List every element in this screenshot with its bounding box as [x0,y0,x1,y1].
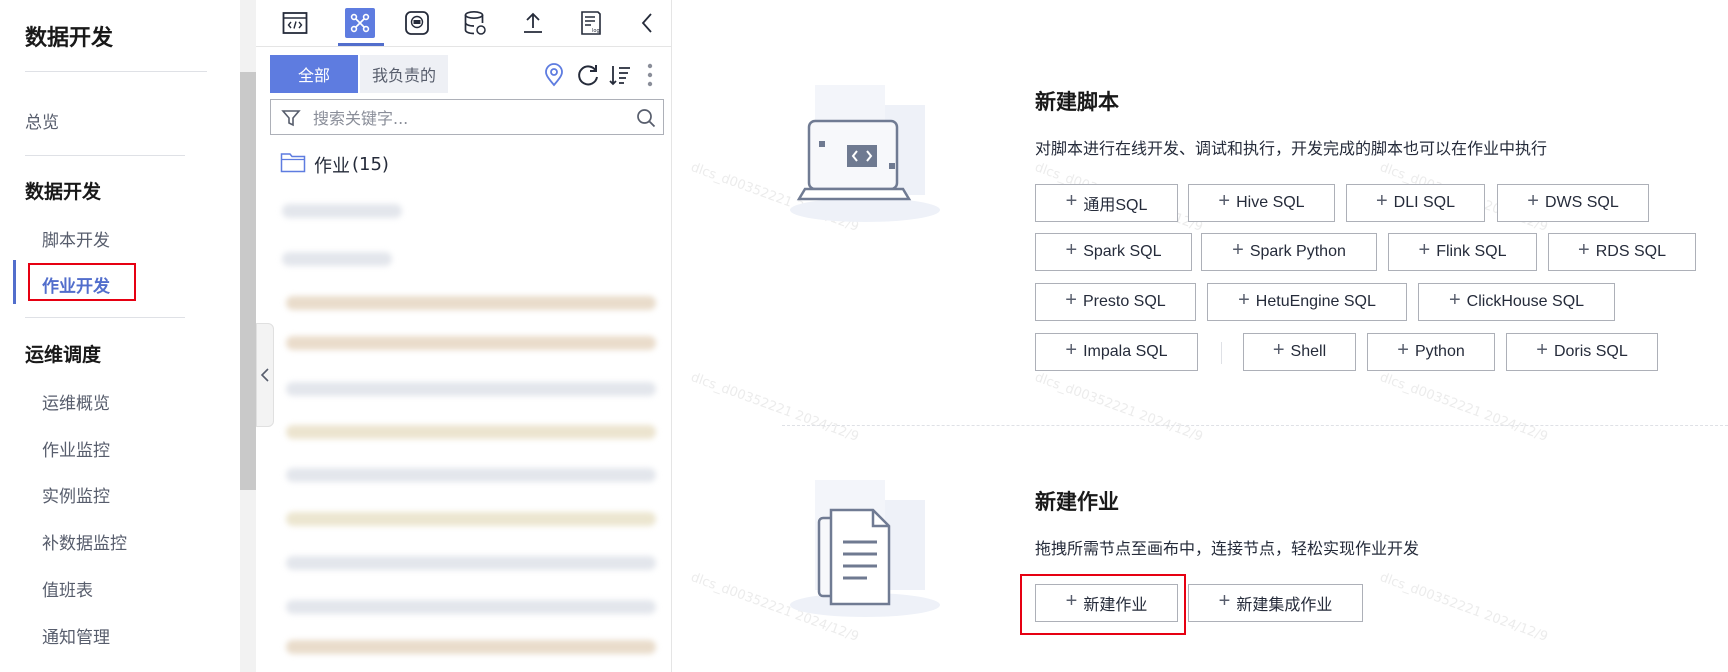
job-section-title: 新建作业 [1035,490,1119,514]
search-box [270,99,664,136]
nav-item-notify-mgmt[interactable]: 通知管理 [42,623,110,648]
tree-collapse-handle[interactable] [256,323,274,427]
nav-item-job-monitor[interactable]: 作业监控 [42,436,110,461]
new-python-button[interactable]: + Python [1367,333,1495,371]
tree-folder-jobs[interactable]: 作业 (15) [280,151,389,178]
plus-icon: + [1536,339,1548,361]
new-clickhouse-sql-button[interactable]: + ClickHouse SQL [1418,283,1615,321]
script-icon[interactable] [280,8,310,38]
new-hetuengine-sql-button[interactable]: + HetuEngine SQL [1207,283,1407,321]
tab-all[interactable]: 全部 [270,55,358,93]
watermark: dlcs_d00352221 2024/12/9 [1377,370,1550,445]
new-rds-sql-button[interactable]: + RDS SQL [1548,233,1696,271]
nav-title: 数据开发 [25,26,114,51]
watermark: dlcs_d00352221 2024/12/9 [1032,370,1205,445]
plus-icon: + [1232,239,1244,261]
tab-mine[interactable]: 我负责的 [360,55,448,93]
highlight-box [28,263,136,301]
nav-divider [25,317,185,318]
new-flink-sql-button[interactable]: + Flink SQL [1388,233,1537,271]
new-spark-sql-button[interactable]: + Spark SQL [1035,233,1192,271]
folder-count: (15) [352,154,389,175]
script-section-desc: 对脚本进行在线开发、调试和执行，开发完成的脚本也可以在作业中执行 [1035,139,1548,158]
watermark: dlcs_d00352221 2024/12/9 [688,370,861,445]
nav-active-indicator [13,260,16,304]
job-icon[interactable] [345,8,375,38]
more-icon[interactable] [646,63,654,91]
nav-divider [25,155,185,156]
folder-label: 作业 [314,155,350,177]
plus-icon: + [1065,239,1078,261]
plus-icon: + [1218,590,1231,612]
toolbar-active-underline [338,43,384,46]
panel-toolbar: log [256,0,671,47]
section-divider [782,425,1728,426]
upload-icon[interactable] [518,8,548,38]
new-general-sql-button[interactable]: + 通用SQL [1035,184,1178,222]
job-section-desc: 拖拽所需节点至画布中，连接节点，轻松实现作业开发 [1035,539,1420,558]
plus-icon: + [1218,190,1231,212]
nav-item-ops-overview[interactable]: 运维概览 [42,389,110,414]
new-spark-python-button[interactable]: + Spark Python [1201,233,1377,271]
left-nav: 数据开发 总览 数据开发 脚本开发 作业开发 运维调度 运维概览 作业监控 实例… [0,0,256,672]
new-doris-sql-button[interactable]: + Doris SQL [1506,333,1658,371]
nav-scrollbar[interactable] [240,72,256,490]
new-shell-button[interactable]: + Shell [1243,333,1356,371]
new-dws-sql-button[interactable]: + DWS SQL [1497,184,1649,222]
plus-icon: + [1238,289,1250,311]
button-separator [1221,342,1222,364]
plus-icon: + [1418,239,1431,261]
new-hive-sql-button[interactable]: + Hive SQL [1188,184,1335,222]
new-integration-job-button[interactable]: + 新建集成作业 [1188,584,1363,622]
log-icon[interactable]: log [576,8,606,38]
nav-item-backfill-monitor[interactable]: 补数据监控 [42,529,127,554]
plus-icon: + [1527,190,1539,212]
search-icon[interactable] [636,108,656,132]
new-impala-sql-button[interactable]: + Impala SQL [1035,333,1198,371]
plus-icon: + [1578,239,1590,261]
chevron-left-icon [260,368,269,382]
nav-item-script-dev[interactable]: 脚本开发 [42,226,110,251]
plus-icon: + [1272,339,1285,361]
nav-item-overview[interactable]: 总览 [25,108,59,133]
refresh-icon[interactable] [576,63,600,91]
plus-icon: + [1397,339,1409,361]
plus-icon: + [1065,289,1077,311]
svg-text:log: log [592,28,600,34]
nav-group-ops[interactable]: 运维调度 [25,340,101,367]
nav-item-instance-monitor[interactable]: 实例监控 [42,482,110,507]
plus-icon: + [1065,339,1078,361]
script-illustration-icon [785,85,945,229]
search-input[interactable] [311,100,625,136]
highlight-box [1020,574,1186,635]
filter-icon[interactable] [281,108,301,132]
plus-icon: + [1375,190,1388,212]
nav-item-duty-table[interactable]: 值班表 [42,576,93,601]
collapse-icon[interactable] [632,8,662,38]
nav-group-data-dev[interactable]: 数据开发 [25,177,101,204]
new-dli-sql-button[interactable]: + DLI SQL [1346,184,1485,222]
directory-panel: log 全部 我负责的 作业 (15) [256,0,672,672]
nav-divider [25,71,207,72]
script-section-title: 新建脚本 [1035,90,1119,114]
database-icon[interactable] [460,8,490,38]
job-illustration-icon [785,480,945,624]
resource-icon[interactable] [402,8,432,38]
folder-icon [280,151,306,178]
plus-icon: + [1448,289,1461,311]
plus-icon: + [1065,190,1078,212]
sort-icon[interactable] [608,63,632,91]
new-presto-sql-button[interactable]: + Presto SQL [1035,283,1196,321]
watermark: dlcs_d00352221 2024/12/9 [1377,570,1550,645]
location-icon[interactable] [543,63,565,91]
